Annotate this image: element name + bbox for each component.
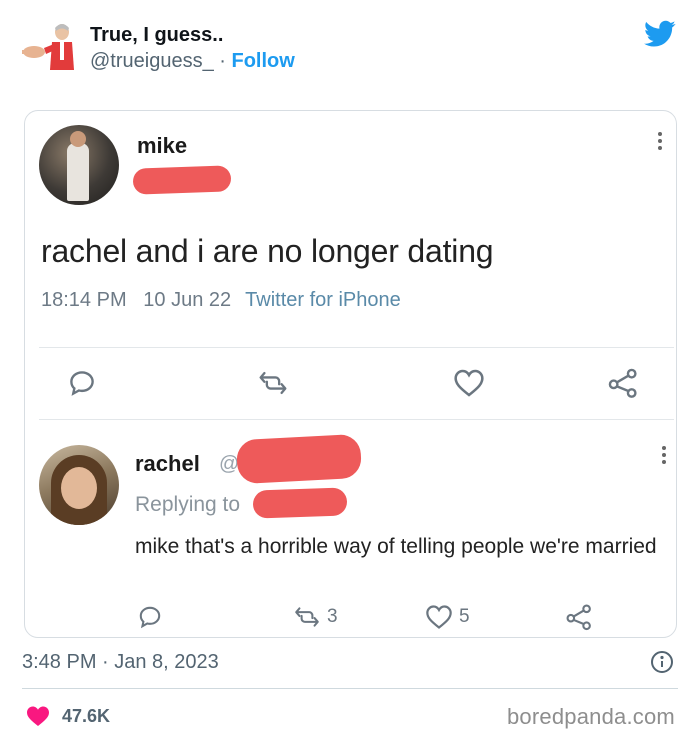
redaction-handle (132, 165, 232, 195)
redaction-handle (235, 433, 363, 485)
avatar-figure (67, 143, 89, 201)
watermark: boredpanda.com (507, 704, 675, 729)
like-button[interactable]: 47.6K (26, 703, 110, 729)
author-name[interactable]: True, I guess.. (90, 24, 223, 47)
reply-button (67, 365, 97, 401)
tweet-date: 10 Jun 22 (143, 289, 232, 311)
post-timestamp[interactable]: 3:48 PM · Jan 8, 2023 (22, 651, 219, 674)
author-avatar[interactable] (22, 22, 80, 72)
author-handle[interactable]: @trueiguess_ (90, 50, 214, 72)
share-button (565, 599, 593, 635)
like-button (453, 365, 485, 401)
divider (39, 347, 674, 348)
tweet-time: 18:14 PM (41, 289, 127, 311)
heart-icon (426, 605, 452, 629)
heart-icon (27, 706, 49, 726)
comment-icon (70, 371, 94, 396)
reply-action-bar: 3 5 (25, 599, 676, 637)
tweet-author: mike (137, 133, 188, 158)
replying-to: Replying to (135, 493, 241, 516)
tweet-meta: 18:14 PM 10 Jun 22 Twitter for iPhone (41, 289, 401, 312)
avatar-head (70, 131, 86, 147)
retweet-button: 3 (293, 599, 338, 635)
like-button: 5 (425, 599, 470, 635)
info-icon[interactable] (650, 650, 674, 674)
reply-author: rachel (135, 451, 200, 476)
share-icon (566, 604, 591, 631)
follow-button[interactable]: Follow (231, 50, 294, 72)
tweet-text: rachel and i are no longer dating (41, 233, 494, 269)
comment-icon (139, 606, 161, 629)
like-count: 47.6K (62, 705, 111, 726)
heart-icon (454, 369, 484, 397)
share-icon (608, 368, 637, 398)
like-count: 5 (459, 606, 470, 627)
retweet-count: 3 (327, 606, 338, 627)
mike-avatar (39, 125, 119, 205)
reply-button (137, 599, 163, 635)
tweet-action-bar (25, 365, 676, 405)
retweet-button (257, 365, 289, 401)
more-options-icon (659, 443, 669, 473)
tweet-screenshot: mike rachel and i are no longer dating 1… (24, 110, 677, 638)
retweet-icon (295, 607, 319, 627)
more-options-icon (655, 129, 665, 159)
footer-divider (22, 688, 678, 689)
retweet-icon (259, 371, 287, 395)
reply-text: mike that's a horrible way of telling pe… (135, 535, 657, 558)
author-handle-row: @trueiguess_ · Follow (90, 50, 295, 73)
embed-header: True, I guess.. @trueiguess_ · Follow (0, 0, 700, 96)
twitter-bird-icon[interactable] (644, 20, 676, 48)
tweet-source: Twitter for iPhone (245, 289, 401, 311)
handle-separator: · (213, 50, 232, 72)
redaction-replying-to (252, 487, 348, 519)
avatar-face (61, 467, 97, 509)
divider (39, 419, 674, 420)
share-button (607, 365, 639, 401)
rachel-avatar (39, 445, 119, 525)
